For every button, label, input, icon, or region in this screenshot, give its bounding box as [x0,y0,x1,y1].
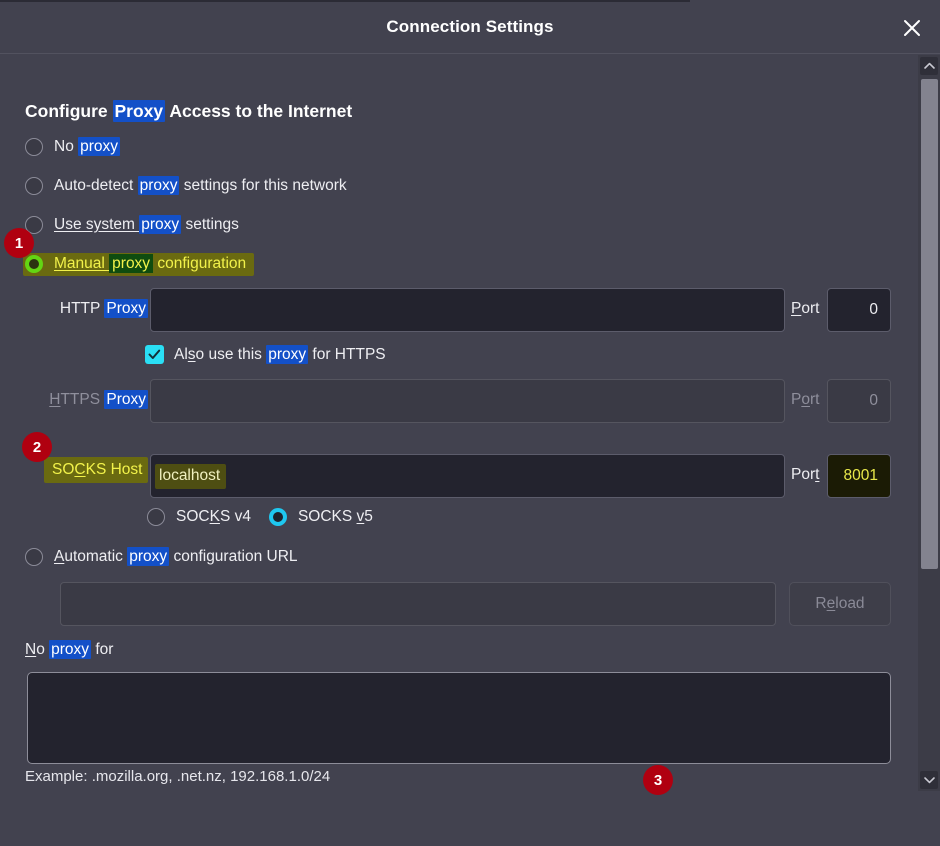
radio-use-system[interactable]: Use system proxy settings [25,216,239,234]
radio-manual-proxy-label: Manual proxy configuration [54,255,246,273]
also-use-https-label: Also use this proxy for HTTPS [174,346,386,364]
dialog-button-bar: OK Cancel Help [0,791,940,846]
http-port-label: PPortort [791,300,819,318]
https-proxy-label: HTTPS Proxy [40,391,148,409]
connection-settings-dialog: Connection Settings Configure Proxy Acce… [0,0,940,846]
https-proxy-input[interactable] [150,379,785,423]
close-icon[interactable] [892,8,932,48]
http-port-input[interactable]: 0 [827,288,891,332]
radio-socks-v5-indicator[interactable] [269,508,287,526]
step-badge-3: 3 [643,765,673,795]
chevron-down-icon[interactable] [920,771,938,789]
page-title-highlight: Proxy [113,100,166,122]
socks-version-group: SOCKS v4 SOCKS v5 [147,508,373,526]
also-use-https-checkbox-row[interactable]: Also use this proxy for HTTPS [145,345,386,364]
radio-socks-v5[interactable]: SOCKS v5 [269,508,373,526]
radio-no-proxy-label: No proxy [54,138,120,156]
socks-host-value: localhost [155,464,226,489]
radio-auto-config-url[interactable]: Automatic proxy configuration URL [25,548,298,566]
step-badge-2: 2 [22,432,52,462]
reload-button[interactable]: Reload [789,582,891,626]
radio-socks-v4[interactable]: SOCKS v4 [147,508,251,526]
radio-socks-v5-label: SOCKS v5 [298,508,373,526]
http-proxy-label-keyword: Proxy [104,299,148,318]
vertical-scrollbar[interactable] [918,55,940,791]
checkmark-icon[interactable] [145,345,164,364]
page-title-part1: Configure [25,101,113,121]
socks-port-input[interactable]: 8001 [827,454,891,498]
radio-auto-detect[interactable]: Auto-detect proxy settings for this netw… [25,177,347,195]
page-title: Configure Proxy Access to the Internet [25,101,352,122]
http-proxy-input[interactable] [150,288,785,332]
radio-use-system-keyword: proxy [139,215,181,234]
no-proxy-for-keyword: proxy [49,640,91,659]
radio-auto-detect-label: Auto-detect proxy settings for this netw… [54,177,347,195]
radio-no-proxy[interactable]: No proxy [25,138,120,156]
socks-port-label: Port [791,466,819,484]
radio-manual-proxy[interactable]: Manual proxy configuration [25,253,254,276]
page-title-part2: Access to the Internet [165,101,352,121]
no-proxy-for-textarea[interactable] [27,672,891,764]
pac-url-input[interactable] [60,582,776,626]
title-bar: Connection Settings [0,0,940,54]
scrollbar-thumb[interactable] [921,79,938,569]
socks-host-input[interactable]: localhost [150,454,785,498]
https-proxy-label-keyword: Proxy [104,390,148,409]
step-badge-1: 1 [4,228,34,258]
settings-content: Configure Proxy Access to the Internet N… [0,55,905,791]
radio-auto-config-url-keyword: proxy [127,547,169,566]
no-proxy-example-text: Example: .mozilla.org, .net.nz, 192.168.… [25,768,330,785]
no-proxy-for-label: No proxy for [25,641,113,659]
https-port-label: Port [791,391,819,409]
socks-host-label: SOCKS Host [44,461,160,479]
chevron-up-icon[interactable] [920,57,938,75]
radio-auto-config-url-indicator[interactable] [25,548,43,566]
radio-socks-v4-indicator[interactable] [147,508,165,526]
https-port-input[interactable]: 0 [827,379,891,423]
radio-no-proxy-keyword: proxy [78,137,120,156]
window-title: Connection Settings [0,0,940,54]
radio-auto-detect-indicator[interactable] [25,177,43,195]
radio-manual-proxy-keyword: proxy [109,254,153,273]
radio-socks-v4-label: SOCKS v4 [176,508,251,526]
radio-manual-proxy-indicator[interactable] [25,255,43,273]
reload-button-label: Reload [815,595,864,613]
http-proxy-label: HTTP Proxy [40,300,148,318]
radio-auto-config-url-label: Automatic proxy configuration URL [54,548,298,566]
radio-no-proxy-indicator[interactable] [25,138,43,156]
radio-auto-detect-keyword: proxy [138,176,180,195]
radio-use-system-label: Use system proxy settings [54,216,239,234]
also-use-https-keyword: proxy [266,345,308,364]
radio-manual-proxy-highlight[interactable]: Manual proxy configuration [23,253,254,276]
